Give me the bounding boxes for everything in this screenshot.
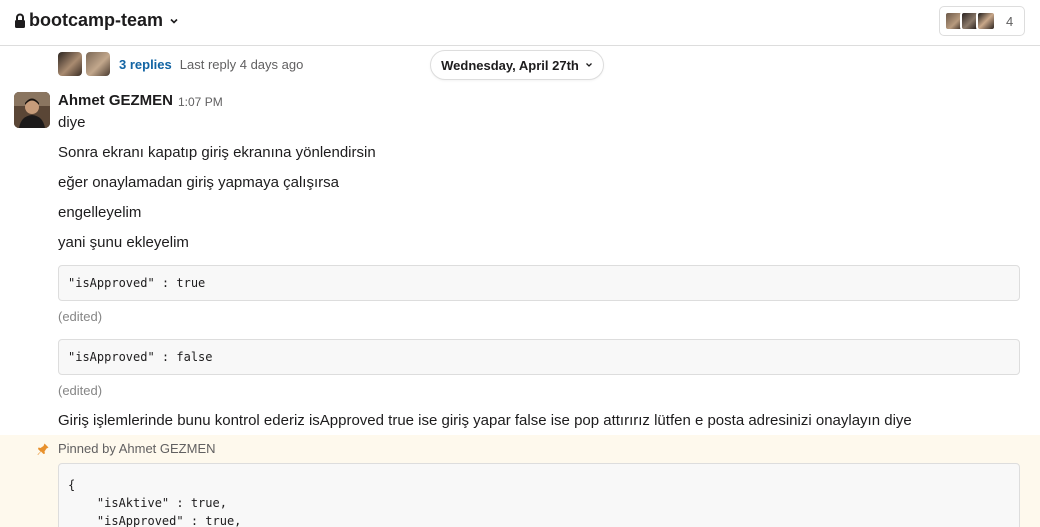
author-avatar[interactable]	[14, 92, 50, 128]
message-line: Giriş işlemlerinde bunu kontrol ederiz i…	[58, 412, 912, 429]
channel-header: bootcamp-team 4	[0, 0, 1040, 46]
code-text: "isApproved" : false	[68, 350, 213, 364]
members-button[interactable]: 4	[939, 6, 1025, 36]
edited-label: (edited)	[58, 383, 103, 398]
date-label: Wednesday, April 27th	[441, 57, 579, 73]
message-line: engelleyelim	[58, 204, 142, 221]
channel-name-button[interactable]: bootcamp-team	[14, 10, 179, 31]
code-text: "isApproved" : true	[68, 276, 206, 290]
message-timestamp[interactable]: 1:07 PM	[178, 95, 223, 109]
message-author[interactable]: Ahmet GEZMEN	[58, 92, 173, 109]
avatar	[976, 11, 996, 31]
code-block: "isApproved" : true	[58, 265, 1020, 301]
pin-icon	[37, 443, 49, 455]
message-line: Sonra ekranı kapatıp giriş ekranına yönl…	[58, 144, 376, 161]
lock-icon	[15, 13, 25, 28]
edited-label: (edited)	[58, 309, 103, 324]
code-block: "isApproved" : false	[58, 339, 1020, 375]
member-count: 4	[1006, 13, 1014, 29]
avatar-image	[14, 92, 50, 128]
code-line: "isApproved" : true,	[68, 514, 242, 527]
last-reply-text: Last reply 4 days ago	[179, 56, 304, 72]
pinned-by-label: Pinned by Ahmet GEZMEN	[58, 441, 216, 456]
chevron-down-icon	[170, 18, 178, 24]
thread-summary[interactable]: 3 replies Last reply 4 days ago	[58, 52, 303, 76]
code-block: { "isAktive" : true, "isApproved" : true…	[58, 463, 1020, 527]
date-divider-button[interactable]: Wednesday, April 27th	[430, 50, 604, 80]
code-line: "isAktive" : true,	[68, 496, 227, 510]
chevron-down-icon	[585, 63, 592, 67]
avatar	[86, 52, 110, 76]
code-line: {	[68, 478, 76, 492]
message-line: yani şunu ekleyelim	[58, 234, 189, 251]
channel-name: bootcamp-team	[29, 10, 164, 30]
message-line: diye	[58, 114, 86, 131]
message-line: eğer onaylamadan giriş yapmaya çalışırsa	[58, 174, 339, 191]
avatar	[58, 52, 82, 76]
replies-link[interactable]: 3 replies	[119, 57, 172, 72]
